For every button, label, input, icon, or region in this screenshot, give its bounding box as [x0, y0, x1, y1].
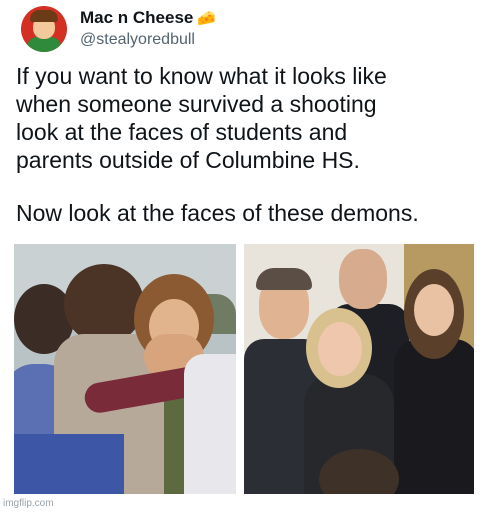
woman-right-face — [414, 284, 454, 336]
tweet-text-paragraph-1: If you want to know what it looks like w… — [16, 63, 387, 173]
author-name[interactable]: Mac n Cheese 🧀 — [80, 8, 216, 28]
avatar-body — [27, 37, 61, 52]
blue-shirt-bottom — [14, 434, 124, 494]
girl-center-hair — [64, 264, 144, 344]
tweet-card: Mac n Cheese 🧀 @stealyoredbull If you wan… — [0, 0, 500, 513]
tweet-text-paragraph-2: Now look at the faces of these demons. — [16, 200, 419, 226]
man-back-head — [339, 249, 387, 309]
cheese-icon: 🧀 — [197, 10, 217, 27]
author-handle[interactable]: @stealyoredbull — [80, 31, 195, 49]
imgflip-watermark: imgflip.com — [3, 498, 54, 509]
right-photo[interactable] — [244, 244, 474, 494]
woman-center-face — [318, 322, 362, 376]
white-shirt — [184, 354, 236, 494]
woman-right-dress — [394, 339, 474, 494]
avatar-hair — [30, 10, 58, 22]
author-name-text: Mac n Cheese — [80, 8, 194, 27]
avatar[interactable] — [21, 6, 67, 52]
man-left-hair — [256, 268, 312, 290]
left-photo[interactable] — [14, 244, 236, 494]
